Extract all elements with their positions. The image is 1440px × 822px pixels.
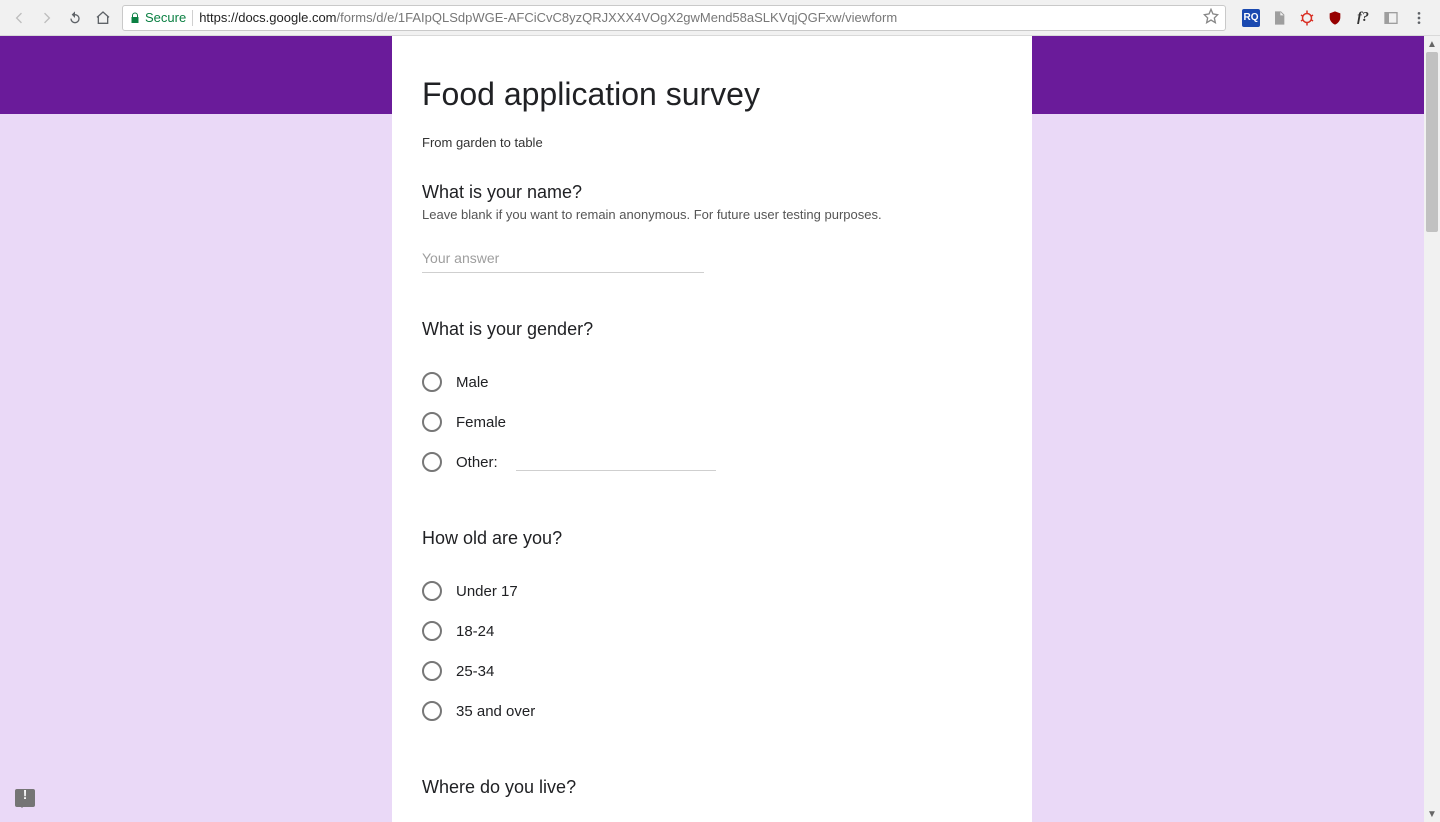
option-35-over[interactable]: 35 and over [422,691,1002,731]
option-other[interactable]: Other: [422,442,1002,482]
arrow-left-icon [11,10,27,26]
page-viewport: Food application survey From garden to t… [0,36,1440,822]
radio-icon [422,412,442,432]
question-gender: What is your gender? Male Female Other: [422,319,1002,482]
pdf-icon [1271,10,1287,26]
radio-icon [422,581,442,601]
vertical-scrollbar[interactable]: ▲ ▼ [1424,36,1440,822]
extension-bug[interactable] [1298,9,1316,27]
scroll-thumb[interactable] [1426,52,1438,232]
question-name: What is your name? Leave blank if you wa… [422,182,1002,273]
form-title: Food application survey [422,76,1002,113]
address-bar[interactable]: Secure https://docs.google.com/forms/d/e… [122,5,1226,31]
extension-tab-tool[interactable] [1382,9,1400,27]
option-label: Female [456,414,506,431]
extension-rq[interactable]: RQ [1242,9,1260,27]
secure-indicator: Secure [129,10,186,25]
option-list: Male Female Other: [422,362,1002,482]
option-label: Under 17 [456,583,518,600]
radio-icon [422,372,442,392]
dots-vertical-icon [1411,10,1427,26]
secure-label: Secure [145,10,186,25]
question-title: Where do you live? [422,777,1002,798]
option-label: 35 and over [456,703,535,720]
option-list: Under 17 18-24 25-34 35 and over [422,571,1002,731]
option-label: 18-24 [456,623,494,640]
feedback-exclam-icon: ! [15,787,35,802]
nav-back-button[interactable] [8,7,30,29]
browser-toolbar: Secure https://docs.google.com/forms/d/e… [0,0,1440,36]
scroll-down-button[interactable]: ▼ [1424,806,1440,822]
option-under17[interactable]: Under 17 [422,571,1002,611]
url-host: https://docs.google.com [199,10,336,25]
extension-pdf[interactable] [1270,9,1288,27]
name-input[interactable] [422,244,704,273]
form-description: From garden to table [422,135,1002,150]
feedback-button[interactable]: ! [15,789,35,807]
option-25-34[interactable]: 25-34 [422,651,1002,691]
other-text-line[interactable] [516,453,716,471]
option-female[interactable]: Female [422,402,1002,442]
nav-reload-button[interactable] [64,7,86,29]
option-label: Male [456,374,489,391]
viewport-content: Food application survey From garden to t… [0,36,1424,822]
form-card: Food application survey From garden to t… [392,36,1032,822]
reload-icon [67,10,83,26]
panel-icon [1383,10,1399,26]
lock-icon [129,12,141,24]
scroll-up-button[interactable]: ▲ [1424,36,1440,52]
question-help: Leave blank if you want to remain anonym… [422,207,1002,222]
nav-forward-button[interactable] [36,7,58,29]
radio-icon [422,621,442,641]
extension-font[interactable]: f? [1354,9,1372,27]
question-title: How old are you? [422,528,1002,549]
bookmark-button[interactable] [1203,8,1219,27]
browser-menu-button[interactable] [1410,9,1428,27]
bug-icon [1298,9,1316,27]
extension-shield[interactable] [1326,9,1344,27]
question-location: Where do you live? North America [422,777,1002,822]
option-18-24[interactable]: 18-24 [422,611,1002,651]
radio-icon [422,452,442,472]
star-icon [1203,8,1219,24]
omnibox-divider [192,10,193,26]
home-icon [95,10,111,26]
question-title: What is your gender? [422,319,1002,340]
option-male[interactable]: Male [422,362,1002,402]
extension-icons: RQ f? [1234,9,1432,27]
nav-home-button[interactable] [92,7,114,29]
option-label: Other: [456,454,498,471]
url-path: /forms/d/e/1FAIpQLSdpWGE-AFCiCvC8yzQRJXX… [337,10,898,25]
question-age: How old are you? Under 17 18-24 25-34 [422,528,1002,731]
radio-icon [422,701,442,721]
arrow-right-icon [39,10,55,26]
shield-icon [1327,10,1343,26]
scroll-track[interactable] [1424,52,1440,806]
option-label: 25-34 [456,663,494,680]
url-text: https://docs.google.com/forms/d/e/1FAIpQ… [199,10,1197,25]
radio-icon [422,661,442,681]
question-title: What is your name? [422,182,1002,203]
